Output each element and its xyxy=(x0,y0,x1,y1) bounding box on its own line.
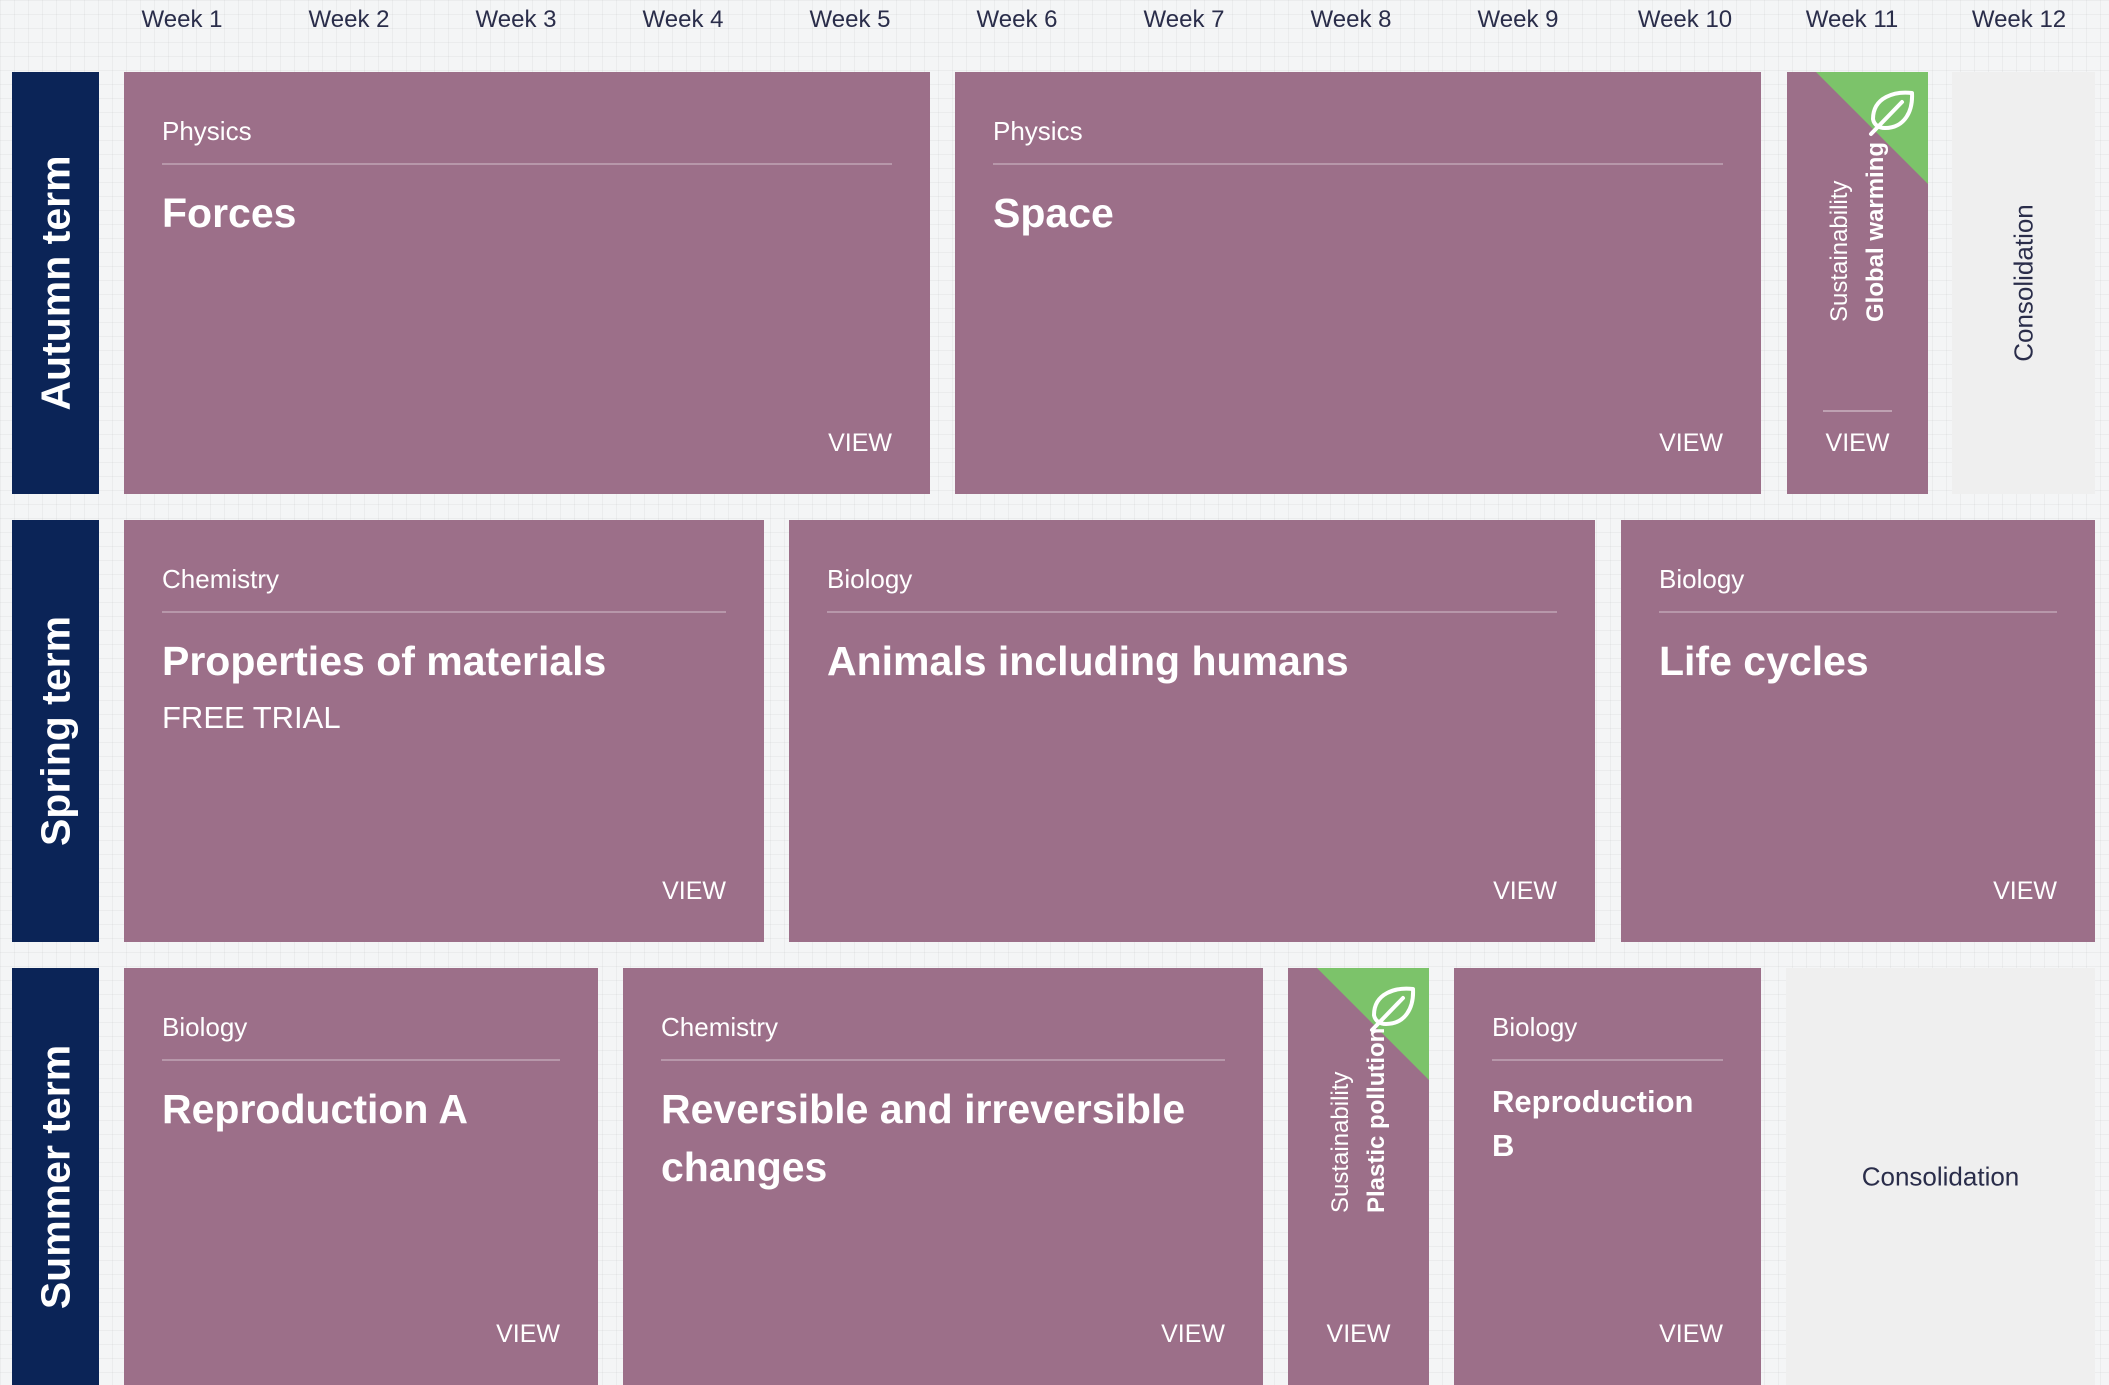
unit-card-reversible-changes[interactable]: Chemistry Reversible and irreversible ch… xyxy=(623,968,1263,1385)
term-label-summer: Summer term xyxy=(12,968,99,1385)
term-label-summer-text: Summer term xyxy=(32,1044,78,1309)
term-label-autumn-text: Autumn term xyxy=(32,155,78,411)
unit-card-global-warming[interactable]: Sustainability Global warming VIEW xyxy=(1787,72,1928,494)
card-subject: Sustainability xyxy=(1326,1071,1354,1213)
unit-card-space[interactable]: Physics Space VIEW xyxy=(955,72,1761,494)
view-button[interactable]: VIEW xyxy=(1787,429,1928,458)
card-divider xyxy=(1823,410,1892,412)
week-label-6: Week 6 xyxy=(976,6,1058,33)
view-button[interactable]: VIEW xyxy=(1493,877,1557,906)
term-label-spring: Spring term xyxy=(12,520,99,942)
card-divider xyxy=(827,611,1557,613)
vertical-card-text: Sustainability Plastic pollution xyxy=(1323,1028,1395,1213)
vertical-card-text: Sustainability Global warming xyxy=(1822,142,1894,322)
unit-card-forces[interactable]: Physics Forces VIEW xyxy=(124,72,930,494)
unit-card-animals-including-humans[interactable]: Biology Animals including humans VIEW xyxy=(789,520,1595,942)
consolidation-block-summer: Consolidation xyxy=(1786,968,2095,1385)
card-title: Reproduction B xyxy=(1492,1084,1694,1163)
card-title: Forces xyxy=(162,190,297,236)
card-subject: Chemistry xyxy=(162,564,280,594)
view-button[interactable]: VIEW xyxy=(828,429,892,458)
card-subject: Physics xyxy=(993,116,1083,146)
free-trial-badge: FREE TRIAL xyxy=(162,700,341,735)
view-button[interactable]: VIEW xyxy=(1993,877,2057,906)
card-title: Properties of materials xyxy=(162,638,607,684)
week-label-11: Week 11 xyxy=(1805,6,1899,33)
consolidation-block-autumn: Consolidation xyxy=(1952,72,2095,494)
card-subject: Biology xyxy=(1492,1012,1578,1042)
card-subject: Chemistry xyxy=(661,1012,779,1042)
view-button[interactable]: VIEW xyxy=(1659,429,1723,458)
card-title: Global warming xyxy=(1861,141,1889,322)
card-subject: Physics xyxy=(162,116,252,146)
unit-card-properties-of-materials[interactable]: Chemistry Properties of materials FREE T… xyxy=(124,520,764,942)
unit-card-life-cycles[interactable]: Biology Life cycles VIEW xyxy=(1621,520,2095,942)
view-button[interactable]: VIEW xyxy=(1288,1320,1429,1349)
unit-card-reproduction-b[interactable]: Biology Reproduction B VIEW xyxy=(1454,968,1761,1385)
term-label-autumn: Autumn term xyxy=(12,72,99,494)
week-label-7: Week 7 xyxy=(1143,6,1225,33)
card-divider xyxy=(993,163,1723,165)
week-label-1: Week 1 xyxy=(141,6,223,33)
card-subject: Biology xyxy=(1659,564,1745,594)
card-title: Reproduction A xyxy=(162,1086,468,1132)
week-label-5: Week 5 xyxy=(809,6,891,33)
week-label-10: Week 10 xyxy=(1637,6,1733,33)
view-button[interactable]: VIEW xyxy=(1659,1320,1723,1349)
term-label-spring-text: Spring term xyxy=(32,615,78,847)
unit-card-reproduction-a[interactable]: Biology Reproduction A VIEW xyxy=(124,968,598,1385)
card-title: Space xyxy=(993,190,1114,236)
card-title: Reversible and irreversible changes xyxy=(661,1086,1186,1190)
unit-card-plastic-pollution[interactable]: Sustainability Plastic pollution VIEW xyxy=(1288,968,1429,1385)
view-button[interactable]: VIEW xyxy=(1161,1320,1225,1349)
week-label-2: Week 2 xyxy=(308,6,390,33)
view-button[interactable]: VIEW xyxy=(496,1320,560,1349)
card-divider xyxy=(162,163,892,165)
week-label-9: Week 9 xyxy=(1477,6,1559,33)
card-divider xyxy=(162,1059,560,1061)
card-divider xyxy=(162,611,726,613)
week-label-4: Week 4 xyxy=(642,6,724,33)
week-label-12: Week 12 xyxy=(1971,6,2067,33)
card-title: Life cycles xyxy=(1659,638,1869,684)
consolidation-label: Consolidation xyxy=(2008,204,2038,362)
card-divider xyxy=(1659,611,2057,613)
card-subject: Biology xyxy=(162,1012,248,1042)
week-label-8: Week 8 xyxy=(1310,6,1392,33)
card-subject: Sustainability xyxy=(1825,180,1853,322)
view-button[interactable]: VIEW xyxy=(662,877,726,906)
card-title: Plastic pollution xyxy=(1362,1027,1390,1213)
consolidation-label: Consolidation xyxy=(1861,1161,2020,1191)
week-label-3: Week 3 xyxy=(475,6,557,33)
card-subject: Biology xyxy=(827,564,913,594)
card-title: Animals including humans xyxy=(827,638,1349,684)
card-divider xyxy=(1492,1059,1723,1061)
card-divider xyxy=(661,1059,1225,1061)
